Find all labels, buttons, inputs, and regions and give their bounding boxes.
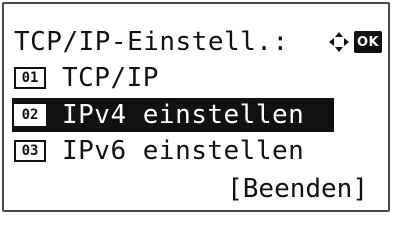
menu-item-number: 03 [14, 140, 46, 162]
menu-item-label: TCP/IP [62, 63, 159, 93]
menu-item-label: IPv6 einstellen [62, 136, 305, 166]
menu-item-ipv4-settings[interactable]: 02 IPv4 einstellen [12, 98, 334, 132]
screen-title: TCP/IP-Einstell.: [14, 27, 289, 57]
lcd-panel: TCP/IP-Einstell.: OK 01 TCP/IP 02 IPv4 e… [2, 2, 390, 212]
menu-item-ipv6-settings[interactable]: 03 IPv6 einstellen [14, 134, 382, 168]
menu-item-number: 02 [14, 104, 46, 126]
ok-key-icon: OK [354, 31, 382, 53]
four-way-arrow-icon [329, 32, 349, 52]
navigation-indicator: OK [328, 29, 382, 55]
title-bar: TCP/IP-Einstell.: OK [14, 25, 382, 59]
menu-item-label: IPv4 einstellen [62, 100, 305, 130]
exit-button[interactable]: [Beenden] [227, 172, 368, 206]
menu-item-tcpip[interactable]: 01 TCP/IP [14, 61, 382, 95]
menu-item-number: 01 [14, 67, 46, 89]
